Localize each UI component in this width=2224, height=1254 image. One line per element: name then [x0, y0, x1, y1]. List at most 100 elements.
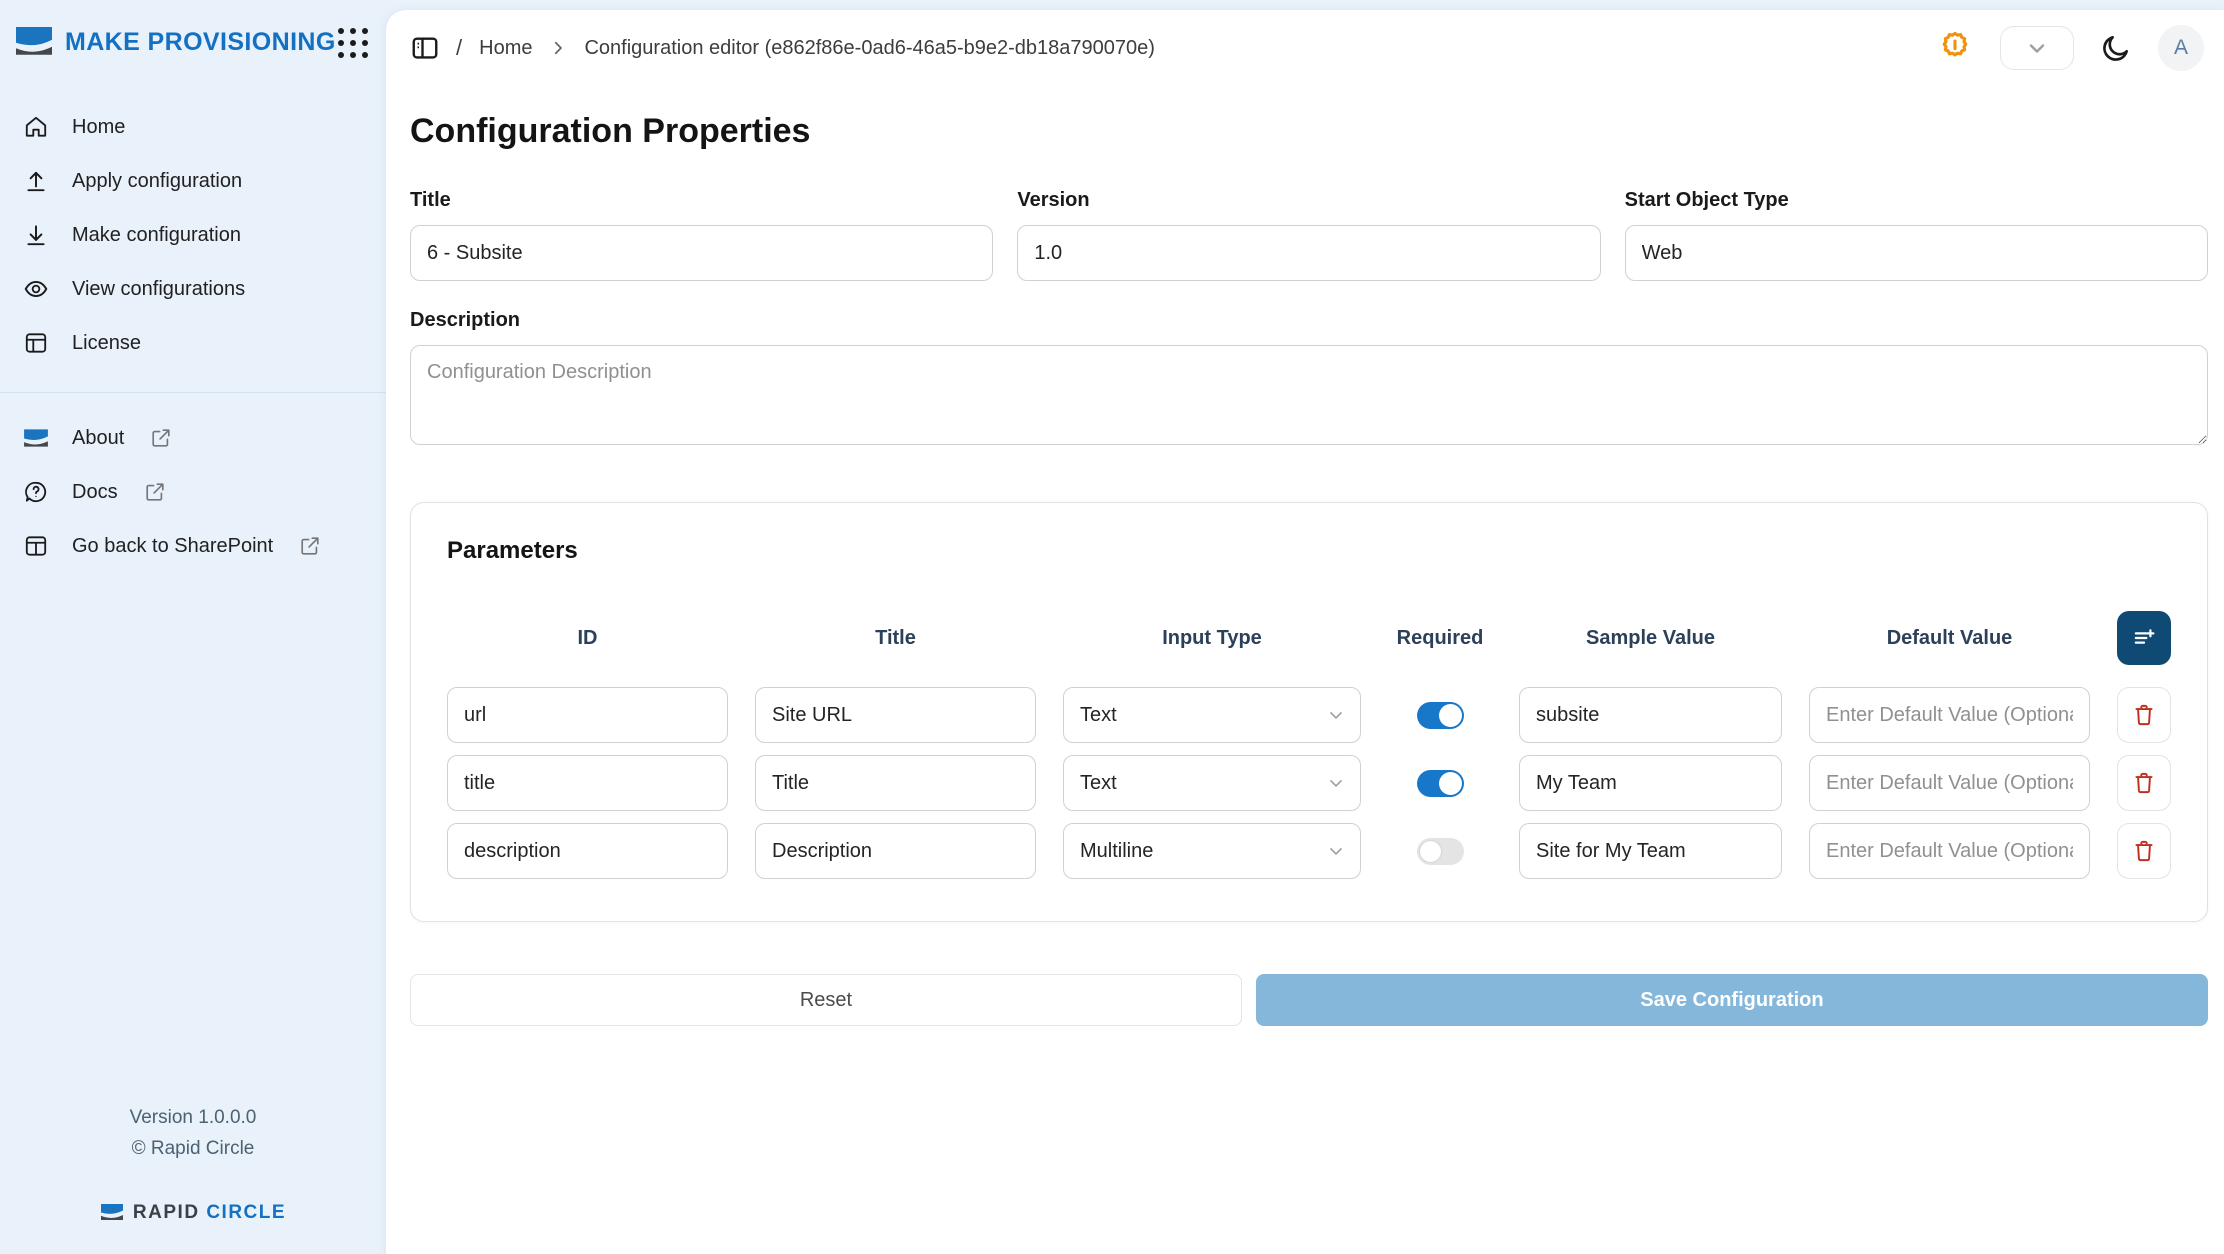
- param-sample-value-input[interactable]: [1519, 687, 1782, 743]
- param-default-value-input[interactable]: [1809, 823, 2090, 879]
- page-title: Configuration Properties: [410, 112, 2208, 151]
- sidebar-toggle-icon[interactable]: [410, 33, 440, 63]
- param-input-type-select[interactable]: Text: [1063, 755, 1361, 811]
- chevron-down-icon: [1326, 705, 1346, 725]
- upload-icon: [22, 167, 50, 195]
- app-title: MAKE PROVISIONING: [65, 28, 336, 57]
- app-version: Version 1.0.0.0: [0, 1102, 386, 1133]
- delete-parameter-button[interactable]: [2117, 755, 2171, 811]
- version-label: Version: [1017, 189, 1600, 212]
- layout-icon: [22, 329, 50, 357]
- form-actions: Reset Save Configuration: [410, 974, 2208, 1026]
- rapid-circle-logo-icon: [100, 1200, 124, 1224]
- properties-form: Title Version Start Object Type: [410, 189, 2208, 281]
- param-sample-value-input[interactable]: [1519, 755, 1782, 811]
- copyright: © Rapid Circle: [0, 1133, 386, 1164]
- sidebar-link-go-back-to-sharepoint[interactable]: Go back to SharePoint: [0, 519, 386, 573]
- param-id-input[interactable]: [447, 687, 728, 743]
- app-launcher-icon[interactable]: [336, 26, 368, 58]
- title-label: Title: [410, 189, 993, 212]
- sidebar-link-label: About: [72, 427, 124, 450]
- reset-button[interactable]: Reset: [410, 974, 1242, 1026]
- sidebar-item-make-configuration[interactable]: Make configuration: [0, 208, 386, 262]
- version-field-group: Version: [1017, 189, 1600, 281]
- parameters-table-header: ID Title Input Type Required Sample Valu…: [447, 611, 2171, 665]
- column-header-default-value: Default Value: [1809, 627, 2090, 650]
- param-title-input[interactable]: [755, 755, 1036, 811]
- description-textarea[interactable]: [410, 345, 2208, 445]
- required-toggle[interactable]: [1417, 702, 1464, 729]
- column-header-input-type: Input Type: [1063, 627, 1361, 650]
- start-object-type-input[interactable]: [1625, 225, 2208, 281]
- breadcrumb: / Home Configuration editor (e862f86e-0a…: [456, 35, 1155, 61]
- required-toggle[interactable]: [1417, 838, 1464, 865]
- layout-icon: [22, 532, 50, 560]
- param-default-value-input[interactable]: [1809, 687, 2090, 743]
- external-link-icon: [144, 481, 166, 503]
- sidebar: MAKE PROVISIONING Home Apply configurati…: [0, 0, 386, 1254]
- home-icon: [22, 113, 50, 141]
- environment-dropdown-button[interactable]: [2000, 26, 2074, 70]
- external-link-icon: [299, 535, 321, 557]
- delete-parameter-button[interactable]: [2117, 823, 2171, 879]
- version-input[interactable]: [1017, 225, 1600, 281]
- sidebar-item-apply-configuration[interactable]: Apply configuration: [0, 154, 386, 208]
- dark-mode-icon[interactable]: [2100, 32, 2132, 64]
- start-object-type-label: Start Object Type: [1625, 189, 2208, 212]
- sidebar-item-label: Make configuration: [72, 224, 241, 247]
- avatar[interactable]: A: [2158, 25, 2204, 71]
- sidebar-link-docs[interactable]: Docs: [0, 465, 386, 519]
- app-logo-icon: [16, 24, 52, 60]
- param-title-input[interactable]: [755, 687, 1036, 743]
- top-bar: / Home Configuration editor (e862f86e-0a…: [410, 10, 2208, 76]
- chevron-down-icon: [1326, 773, 1346, 793]
- param-id-input[interactable]: [447, 823, 728, 879]
- param-title-input[interactable]: [755, 823, 1036, 879]
- add-row-icon: [2130, 624, 2158, 652]
- avatar-initial: A: [2174, 36, 2188, 60]
- column-header-sample-value: Sample Value: [1519, 627, 1782, 650]
- param-sample-value-input[interactable]: [1519, 823, 1782, 879]
- param-id-input[interactable]: [447, 755, 728, 811]
- selected-option: Multiline: [1080, 840, 1153, 863]
- title-input[interactable]: [410, 225, 993, 281]
- alert-badge-icon[interactable]: [1936, 29, 1974, 67]
- parameters-title: Parameters: [447, 537, 2171, 565]
- save-configuration-button[interactable]: Save Configuration: [1256, 974, 2208, 1026]
- top-right-actions: A: [1936, 25, 2208, 71]
- sidebar-item-label: View configurations: [72, 278, 245, 301]
- trash-icon: [2131, 702, 2157, 728]
- trash-icon: [2131, 838, 2157, 864]
- sidebar-item-label: Home: [72, 116, 125, 139]
- sidebar-links: About Docs Go back to SharePoint: [0, 411, 386, 573]
- sidebar-divider: [0, 392, 386, 393]
- param-input-type-select[interactable]: Multiline: [1063, 823, 1361, 879]
- param-input-type-select[interactable]: Text: [1063, 687, 1361, 743]
- add-parameter-button[interactable]: [2117, 611, 2171, 665]
- chevron-right-icon: [549, 39, 567, 57]
- sidebar-item-view-configurations[interactable]: View configurations: [0, 262, 386, 316]
- app-logo-row: MAKE PROVISIONING: [0, 0, 386, 60]
- delete-parameter-button[interactable]: [2117, 687, 2171, 743]
- download-icon: [22, 221, 50, 249]
- table-row: Text: [447, 755, 2171, 811]
- required-toggle[interactable]: [1417, 770, 1464, 797]
- main-content: / Home Configuration editor (e862f86e-0a…: [386, 10, 2224, 1254]
- sidebar-item-label: License: [72, 332, 141, 355]
- sidebar-item-home[interactable]: Home: [0, 100, 386, 154]
- column-header-id: ID: [447, 627, 728, 650]
- title-field-group: Title: [410, 189, 993, 281]
- external-link-icon: [150, 427, 172, 449]
- sidebar-link-about[interactable]: About: [0, 411, 386, 465]
- help-chat-icon: [22, 478, 50, 506]
- table-row: Multiline: [447, 823, 2171, 879]
- breadcrumb-home[interactable]: Home: [479, 37, 532, 60]
- sidebar-item-license[interactable]: License: [0, 316, 386, 370]
- sidebar-link-label: Go back to SharePoint: [72, 535, 273, 558]
- chevron-down-icon: [2025, 36, 2049, 60]
- sidebar-nav: Home Apply configuration Make configurat…: [0, 100, 386, 370]
- table-row: Text: [447, 687, 2171, 743]
- sidebar-link-label: Docs: [72, 481, 118, 504]
- description-field-group: Description: [410, 309, 2208, 450]
- param-default-value-input[interactable]: [1809, 755, 2090, 811]
